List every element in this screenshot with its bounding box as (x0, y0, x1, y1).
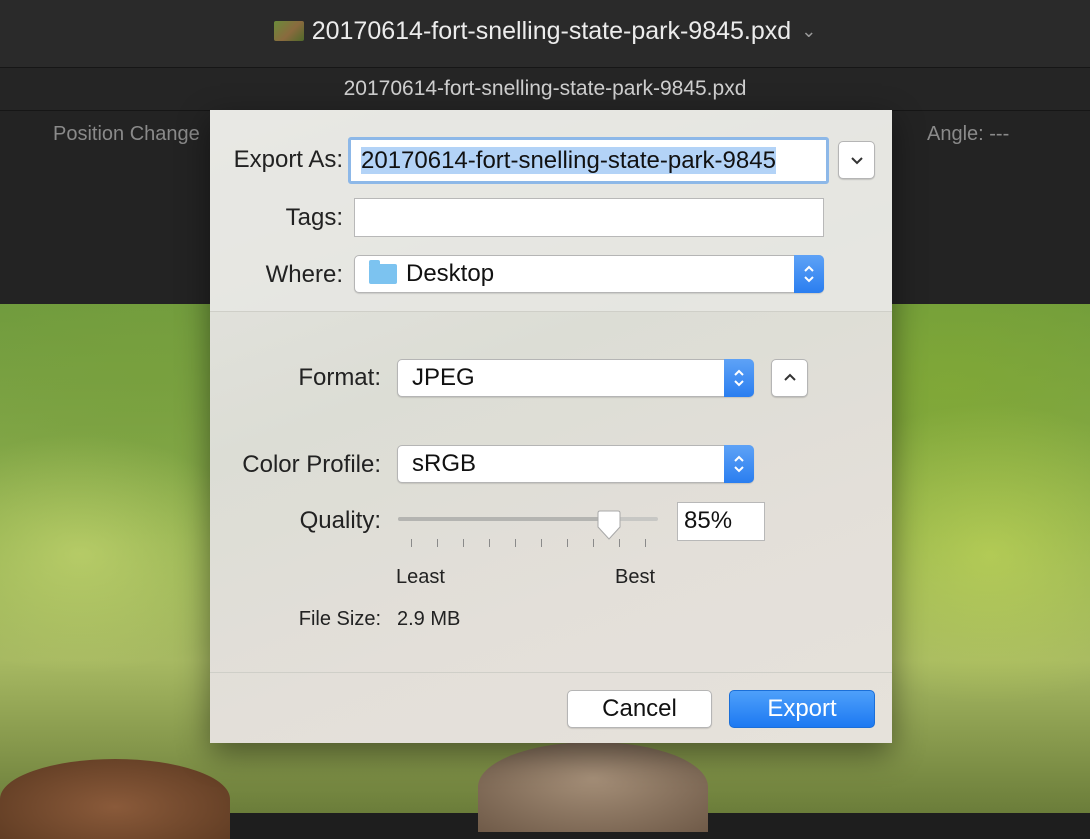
chevron-down-icon (850, 157, 863, 165)
quality-min-label: Least (396, 566, 445, 588)
tags-label: Tags: (285, 204, 343, 231)
export-as-label: Export As: (233, 146, 343, 173)
slider-tick (541, 539, 542, 547)
photo-subject-left (0, 759, 230, 839)
slider-tick (411, 539, 412, 547)
collapse-options-button[interactable] (771, 359, 808, 397)
where-label: Where: (265, 261, 343, 288)
window-titlebar: 20170614-fort-snelling-state-park-9845.p… (0, 0, 1090, 68)
chevron-up-icon (783, 373, 796, 381)
slider-tick (645, 539, 646, 547)
export-button[interactable]: Export (729, 690, 875, 728)
color-profile-label: Color Profile: (242, 451, 381, 478)
updown-arrows-icon (724, 359, 754, 397)
photo-subject-center (478, 742, 708, 832)
where-value: Desktop (406, 260, 495, 287)
format-value: JPEG (412, 364, 475, 391)
export-as-field[interactable]: 20170614-fort-snelling-state-park-9845 (348, 137, 829, 184)
slider-tick (463, 539, 464, 547)
position-change-label: Position Change (53, 123, 200, 145)
updown-arrows-icon (794, 255, 824, 293)
angle-label: Angle: --- (927, 123, 1010, 145)
updown-arrows-icon (724, 445, 754, 483)
document-thumbnail-icon (273, 21, 304, 41)
file-size-value: 2.9 MB (397, 608, 461, 630)
color-profile-value: sRGB (412, 450, 477, 477)
export-as-value: 20170614-fort-snelling-state-park-9845 (361, 147, 776, 174)
slider-tick (593, 539, 594, 547)
where-popup[interactable]: Desktop (354, 255, 824, 293)
dialog-footer-divider (210, 672, 892, 673)
slider-tick (437, 539, 438, 547)
slider-tick (489, 539, 490, 547)
quality-max-label: Best (615, 566, 656, 588)
format-label: Format: (298, 364, 381, 391)
slider-tick (515, 539, 516, 547)
window-title-text: 20170614-fort-snelling-state-park-9845.p… (311, 17, 792, 45)
format-popup[interactable]: JPEG (397, 359, 754, 397)
quality-label: Quality: (299, 507, 381, 534)
chevron-down-icon[interactable]: ⌄ (801, 21, 816, 41)
document-tab-bar: 20170614-fort-snelling-state-park-9845.p… (0, 68, 1090, 111)
quality-slider-thumb[interactable] (597, 509, 621, 541)
window-title[interactable]: 20170614-fort-snelling-state-park-9845.p… (0, 17, 1090, 46)
cancel-button[interactable]: Cancel (567, 690, 712, 728)
slider-tick (567, 539, 568, 547)
quality-slider-fill (398, 517, 609, 521)
folder-icon (369, 260, 397, 284)
document-tab-title[interactable]: 20170614-fort-snelling-state-park-9845.p… (0, 77, 1090, 101)
file-size-label: File Size: (298, 608, 381, 630)
color-profile-popup[interactable]: sRGB (397, 445, 754, 483)
quality-value-field[interactable]: 85% (677, 502, 765, 541)
expand-dialog-button[interactable] (838, 141, 875, 179)
tags-field[interactable] (354, 198, 824, 237)
